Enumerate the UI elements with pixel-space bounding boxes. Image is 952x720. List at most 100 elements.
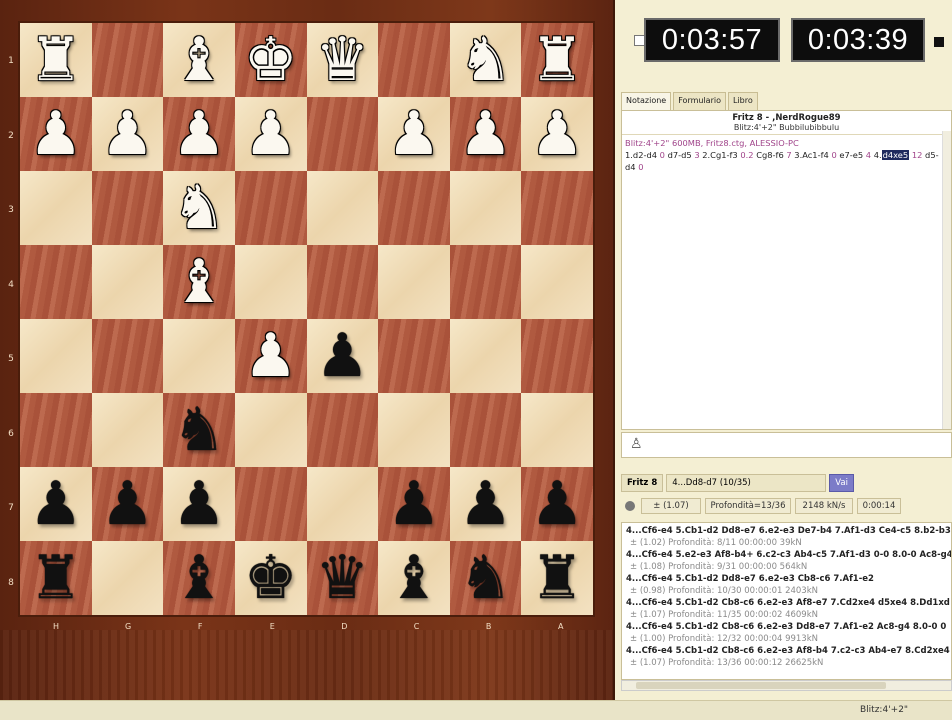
square-c1[interactable] [378, 23, 450, 97]
black-queen-icon[interactable]: ♛ [315, 548, 369, 608]
white-queen-icon[interactable]: ♛ [315, 30, 369, 90]
black-pawn-icon[interactable]: ♟ [530, 474, 584, 534]
engine-status-icon[interactable] [625, 501, 635, 511]
engine-line[interactable]: 4...Cf6-e4 5.Cb1-d2 Dd8-e7 6.e2-e3 De7-b… [626, 525, 951, 537]
square-b1[interactable]: ♞ [449, 23, 522, 97]
black-pawn-icon[interactable]: ♟ [29, 474, 83, 534]
square-c7[interactable]: ♟ [378, 467, 450, 541]
move-text[interactable]: d4xe5 [881, 150, 910, 160]
engine-line[interactable]: 4...Cf6-e4 5.Cb1-d2 Cb8-c6 6.e2-e3 Af8-b… [626, 645, 950, 657]
square-g7[interactable]: ♟ [91, 467, 164, 541]
black-rook-icon[interactable]: ♜ [530, 548, 584, 608]
white-pawn-icon[interactable]: ♟ [387, 104, 441, 164]
engine-name[interactable]: Fritz 8 [621, 474, 664, 492]
square-b5[interactable] [449, 319, 522, 393]
white-pawn-icon[interactable]: ♟ [29, 104, 83, 164]
square-e3[interactable] [234, 171, 307, 245]
square-g2[interactable]: ♟ [91, 97, 164, 171]
square-g6[interactable] [91, 393, 164, 467]
notation-scrollbar[interactable] [942, 131, 951, 429]
move-text[interactable]: e7-e5 [839, 150, 863, 160]
square-c2[interactable]: ♟ [378, 97, 450, 171]
square-h1[interactable]: ♜ [20, 23, 92, 97]
square-d5[interactable]: ♟ [306, 319, 379, 393]
white-bishop-icon[interactable]: ♝ [172, 30, 226, 90]
square-d8[interactable]: ♛ [306, 541, 379, 615]
white-rook-icon[interactable]: ♜ [29, 30, 83, 90]
white-knight-icon[interactable]: ♞ [459, 30, 513, 90]
white-knight-icon[interactable]: ♞ [172, 178, 226, 238]
square-h5[interactable] [20, 319, 92, 393]
black-knight-icon[interactable]: ♞ [459, 548, 513, 608]
square-e4[interactable] [234, 245, 307, 319]
square-d4[interactable] [306, 245, 379, 319]
black-knight-icon[interactable]: ♞ [172, 400, 226, 460]
square-g5[interactable] [91, 319, 164, 393]
move-text[interactable]: d7-d5 [668, 150, 692, 160]
square-f8[interactable]: ♝ [163, 541, 235, 615]
square-f6[interactable]: ♞ [163, 393, 235, 467]
square-b6[interactable] [449, 393, 522, 467]
square-h2[interactable]: ♟ [20, 97, 92, 171]
square-a7[interactable]: ♟ [521, 467, 593, 541]
square-g1[interactable] [91, 23, 164, 97]
move-text[interactable]: Cg8-f6 [756, 150, 784, 160]
engine-line[interactable]: 4...Cf6-e4 5.Cb1-d2 Cb8-c6 6.e2-e3 Af8-e… [626, 597, 950, 609]
pawn-icon[interactable]: ♙ [630, 436, 643, 452]
engine-line[interactable]: 4...Cf6-e4 5.Cb1-d2 Dd8-e7 6.e2-e3 Cb8-c… [626, 573, 947, 585]
move-text[interactable]: d2-d4 [633, 150, 657, 160]
black-pawn-icon[interactable]: ♟ [101, 474, 155, 534]
square-f7[interactable]: ♟ [163, 467, 235, 541]
square-g3[interactable] [91, 171, 164, 245]
move-text[interactable]: Cg1-f3 [710, 150, 738, 160]
square-b2[interactable]: ♟ [449, 97, 522, 171]
black-pawn-icon[interactable]: ♟ [459, 474, 513, 534]
engine-line[interactable]: 4...Cf6-e4 5.Cb1-d2 Cb8-c6 6.e2-e3 Dd8-e… [626, 621, 947, 633]
square-c4[interactable] [378, 245, 450, 319]
white-pawn-icon[interactable]: ♟ [244, 326, 298, 386]
square-h3[interactable] [20, 171, 92, 245]
black-bishop-icon[interactable]: ♝ [172, 548, 226, 608]
black-bishop-icon[interactable]: ♝ [387, 548, 441, 608]
square-d7[interactable] [306, 467, 379, 541]
chess-board[interactable]: ♜ ♝ ♚ ♛ ♞ ♜ ♟ ♟ ♟ ♟ ♟ ♟ ♟ ♞ ♝ ♟ ♟ ♞ ♟ ♟ ♟ ♟ ♟ ♟ ♜ ♝ ♚ ♛ ♝ ♞ ♜ [18, 21, 595, 617]
square-f2[interactable]: ♟ [163, 97, 235, 171]
square-h4[interactable] [20, 245, 92, 319]
tab-libro[interactable]: Libro [728, 92, 758, 110]
square-a4[interactable] [521, 245, 593, 319]
horizontal-scrollbar[interactable] [621, 680, 952, 691]
black-pawn-icon[interactable]: ♟ [387, 474, 441, 534]
move-text[interactable]: Ac1-f4 [802, 150, 829, 160]
square-h6[interactable] [20, 393, 92, 467]
square-c5[interactable] [378, 319, 450, 393]
white-king-icon[interactable]: ♚ [244, 30, 298, 90]
tab-formulario[interactable]: Formulario [673, 92, 726, 110]
square-c6[interactable] [378, 393, 450, 467]
square-e2[interactable]: ♟ [234, 97, 307, 171]
black-pawn-icon[interactable]: ♟ [315, 326, 369, 386]
white-pawn-icon[interactable]: ♟ [530, 104, 584, 164]
square-f5[interactable] [163, 319, 235, 393]
black-pawn-icon[interactable]: ♟ [172, 474, 226, 534]
scroll-thumb[interactable] [636, 682, 886, 689]
square-c8[interactable]: ♝ [378, 541, 450, 615]
white-pawn-icon[interactable]: ♟ [459, 104, 513, 164]
notation-pane[interactable]: Fritz 8 - ,NerdRogue89 Blitz:4'+2" Bubbi… [621, 110, 952, 430]
square-a2[interactable]: ♟ [521, 97, 593, 171]
square-b8[interactable]: ♞ [449, 541, 522, 615]
white-rook-icon[interactable]: ♜ [530, 30, 584, 90]
square-b3[interactable] [449, 171, 522, 245]
square-a3[interactable] [521, 171, 593, 245]
engine-line[interactable]: 4...Cf6-e4 5.e2-e3 Af8-b4+ 6.c2-c3 Ab4-c… [626, 549, 951, 561]
square-f3[interactable]: ♞ [163, 171, 235, 245]
square-g4[interactable] [91, 245, 164, 319]
square-e5[interactable]: ♟ [234, 319, 307, 393]
square-h7[interactable]: ♟ [20, 467, 92, 541]
square-d3[interactable] [306, 171, 379, 245]
white-pawn-icon[interactable]: ♟ [172, 104, 226, 164]
white-pawn-icon[interactable]: ♟ [244, 104, 298, 164]
black-king-icon[interactable]: ♚ [244, 548, 298, 608]
square-d1[interactable]: ♛ [306, 23, 379, 97]
square-g8[interactable] [91, 541, 164, 615]
square-e8[interactable]: ♚ [234, 541, 307, 615]
